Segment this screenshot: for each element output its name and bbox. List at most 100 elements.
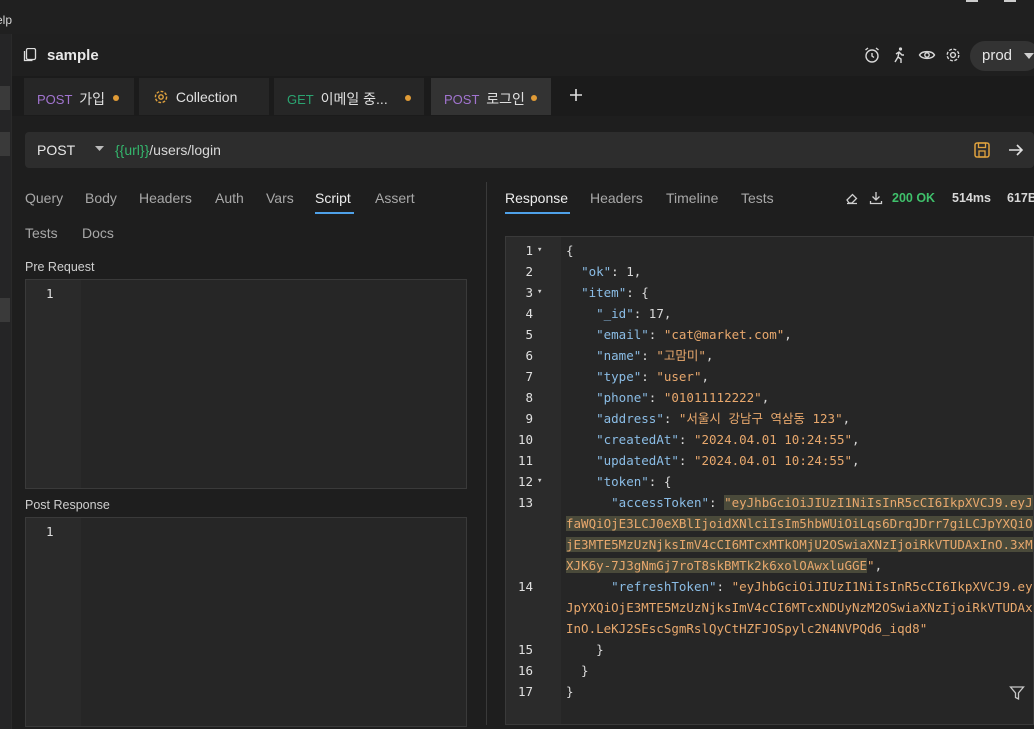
- tab-query[interactable]: Query: [25, 190, 63, 206]
- line-number: 17: [517, 684, 533, 699]
- tab-response-headers[interactable]: Headers: [590, 190, 643, 206]
- response-viewer[interactable]: 1 ▾ {2 "ok": 1, 3 ▾ "item": { 4 "_id": 17, 5 "…: [505, 236, 1034, 725]
- url-input[interactable]: {{url}}/users/login: [115, 142, 221, 158]
- post-response-label: Post Response: [25, 498, 110, 512]
- line-number: 2: [525, 264, 533, 279]
- line-content: "updatedAt": "2024.04.01 10:24:55",: [596, 453, 860, 468]
- line-content: }: [566, 642, 604, 657]
- line-number: 1: [525, 243, 533, 258]
- tab-label: Collection: [175, 89, 238, 105]
- url-variable: {{url}}: [115, 142, 150, 158]
- response-time: 514ms: [952, 191, 991, 205]
- tab-script[interactable]: Script: [315, 190, 351, 206]
- line-content: {: [566, 243, 574, 258]
- line-number: 4: [525, 306, 533, 321]
- line-content: }: [566, 684, 574, 699]
- tab-headers[interactable]: Headers: [139, 190, 192, 206]
- send-arrow-icon[interactable]: [1007, 141, 1025, 159]
- line-content: "createdAt": "2024.04.01 10:24:55",: [596, 432, 860, 447]
- rail-item[interactable]: [0, 298, 10, 322]
- rail-item[interactable]: [0, 132, 10, 156]
- fold-toggle-icon[interactable]: ▾: [537, 240, 542, 261]
- sidebar-rail: [0, 34, 12, 729]
- line-content: "item": {: [581, 285, 649, 300]
- active-tab-indicator: [505, 212, 570, 214]
- unsaved-dot: [113, 95, 119, 101]
- line-content: InO.LeKJ2SEscSgmRslQyCtHZFJOSpylc2N4NVPQ…: [566, 621, 928, 636]
- request-tabs: POST 가입 Collection GET 이메일 중... POST 로그인: [12, 76, 1034, 116]
- line-content: jE3MTE5MzUzNjksImV4cCI6MTcxMTkOMjU2OSwia…: [566, 537, 1033, 552]
- environment-label: prod: [982, 47, 1013, 64]
- line-content: "type": "user",: [596, 369, 710, 384]
- tab-label: 가입: [79, 91, 106, 107]
- save-icon[interactable]: [973, 141, 991, 159]
- line-number: 3: [525, 285, 533, 300]
- tab-signup[interactable]: POST 가입: [24, 78, 134, 115]
- line-number: 5: [525, 327, 533, 342]
- line-number: 8: [525, 390, 533, 405]
- tab-label: 로그인: [486, 91, 525, 107]
- menubar: elp: [0, 0, 1034, 34]
- tab-auth[interactable]: Auth: [215, 190, 244, 206]
- environment-select[interactable]: prod: [970, 41, 1034, 71]
- collection-header: sample prod: [12, 34, 1034, 76]
- gear-icon[interactable]: [944, 46, 962, 64]
- eye-icon[interactable]: [918, 46, 936, 64]
- fold-toggle-icon[interactable]: ▾: [537, 471, 542, 492]
- line-content: faWQiOjE3LCJ0eXBlIjoidXNlciIsIm5hbWUiOiL…: [566, 516, 1033, 531]
- tab-response[interactable]: Response: [505, 190, 568, 206]
- tab-email-check[interactable]: GET 이메일 중...: [274, 78, 424, 115]
- line-content: "refreshToken": "eyJhbGciOiJIUzI1NiIsInR…: [611, 579, 1033, 594]
- line-number: 6: [525, 348, 533, 363]
- line-content: }: [566, 663, 589, 678]
- tab-timeline[interactable]: Timeline: [666, 190, 718, 206]
- chevron-down-icon[interactable]: [95, 146, 104, 151]
- pre-request-label: Pre Request: [25, 260, 95, 274]
- line-number: 10: [517, 432, 533, 447]
- active-tab-indicator: [315, 212, 354, 214]
- tab-vars[interactable]: Vars: [266, 190, 294, 206]
- unsaved-dot: [405, 95, 411, 101]
- line-content: "ok": 1,: [581, 264, 642, 279]
- collection-title: sample: [47, 47, 99, 64]
- url-bar: POST {{url}}/users/login: [25, 132, 1034, 168]
- tab-label: 이메일 중...: [320, 91, 388, 107]
- post-response-editor[interactable]: 1: [25, 517, 467, 727]
- tab-docs[interactable]: Docs: [82, 225, 114, 241]
- line-number: 13: [517, 495, 533, 510]
- line-number: 12: [517, 474, 533, 489]
- line-number: 15: [517, 642, 533, 657]
- tab-response-tests[interactable]: Tests: [741, 190, 774, 206]
- status-code: 200 OK: [892, 191, 936, 205]
- tab-assert[interactable]: Assert: [375, 190, 415, 206]
- help-menu[interactable]: elp: [0, 13, 12, 27]
- line-content: "name": "고맘미",: [596, 348, 714, 363]
- line-content: XJK6y-7J3gNmGj7roT8skBMTk2k6xolOAwxluGGE…: [566, 558, 883, 573]
- tab-login[interactable]: POST 로그인: [431, 78, 551, 115]
- window-controls[interactable]: [964, 0, 1034, 6]
- line-number: 11: [517, 453, 533, 468]
- fold-toggle-icon[interactable]: ▾: [537, 282, 542, 303]
- line-content: "_id": 17,: [596, 306, 672, 321]
- unsaved-dot: [531, 95, 537, 101]
- method-select[interactable]: POST: [37, 142, 75, 158]
- line-gutter: [26, 280, 81, 488]
- pre-request-editor[interactable]: 1: [25, 279, 467, 489]
- add-tab-icon[interactable]: [565, 83, 587, 107]
- alarm-icon[interactable]: [863, 46, 881, 64]
- filter-icon[interactable]: [1009, 685, 1025, 701]
- chevron-down-icon: [1024, 53, 1034, 59]
- gear-icon: [154, 90, 168, 104]
- runner-icon[interactable]: [890, 46, 908, 64]
- rail-item[interactable]: [0, 86, 10, 110]
- url-path: /users/login: [149, 142, 221, 158]
- eraser-icon[interactable]: [845, 191, 859, 205]
- tab-tests[interactable]: Tests: [25, 225, 58, 241]
- pane-divider[interactable]: [486, 182, 487, 725]
- method-badge: POST: [444, 92, 480, 107]
- tab-body[interactable]: Body: [85, 190, 117, 206]
- method-badge: GET: [287, 92, 314, 107]
- tab-collection-settings[interactable]: Collection: [139, 78, 269, 115]
- line-content: "token": {: [596, 474, 672, 489]
- download-icon[interactable]: [869, 191, 883, 205]
